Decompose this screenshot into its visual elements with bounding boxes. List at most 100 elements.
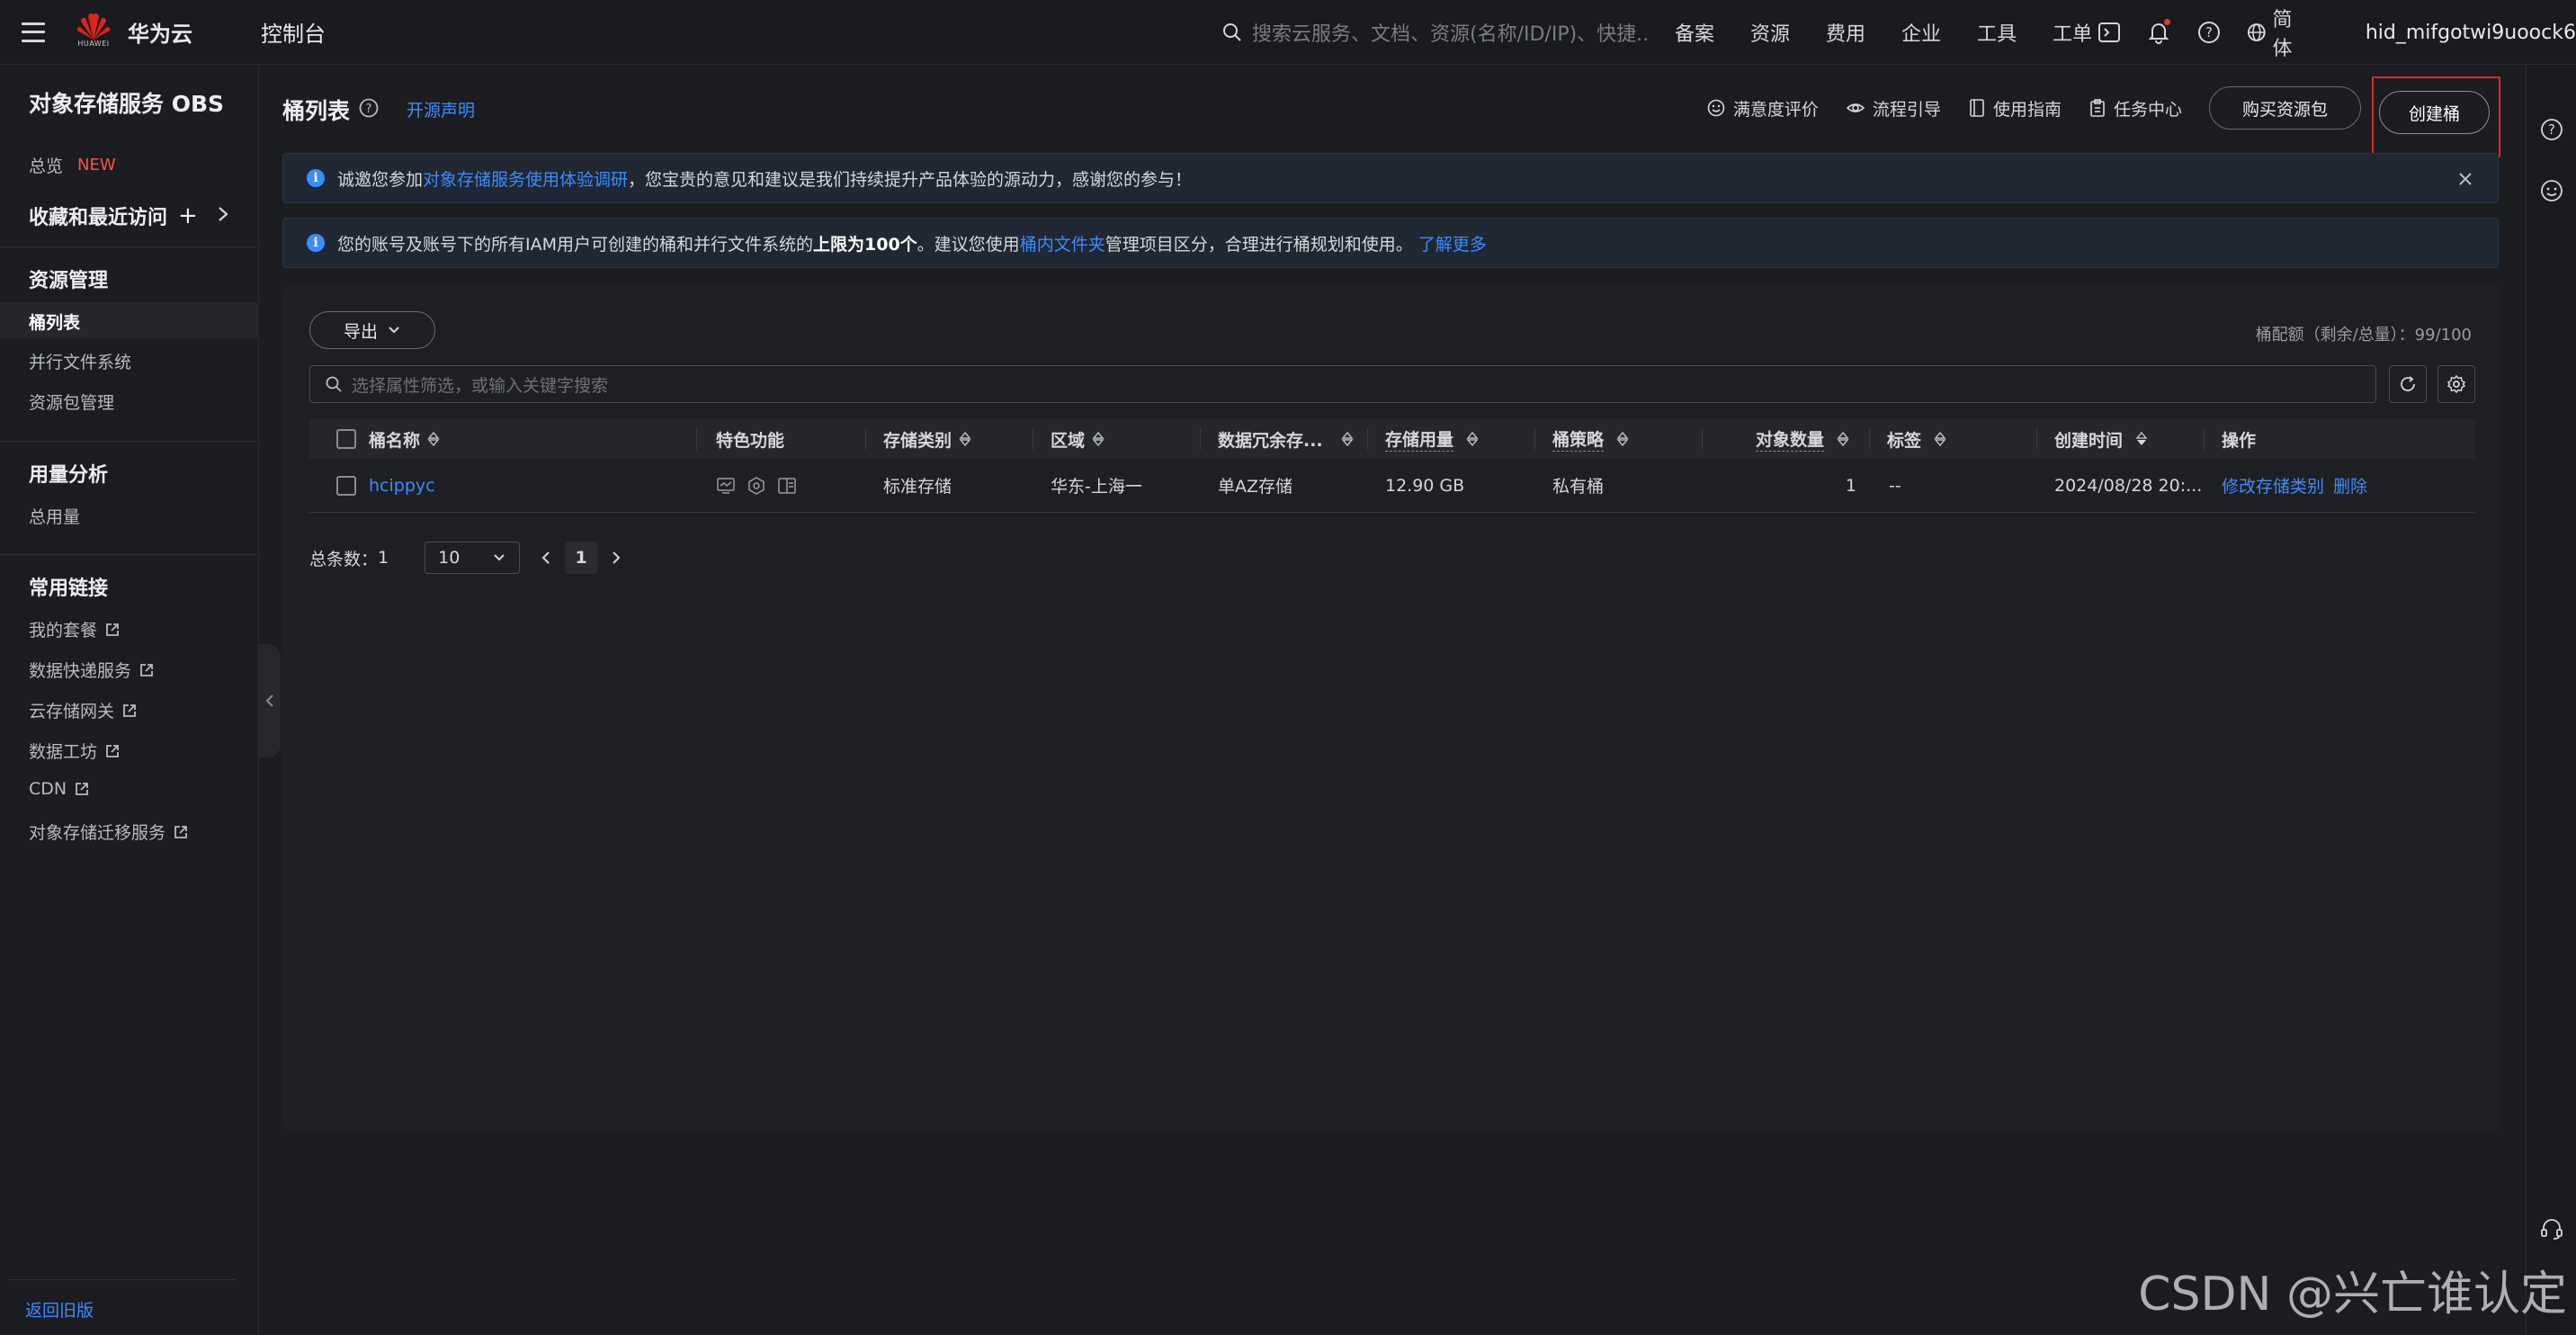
close-icon[interactable] <box>2456 170 2474 188</box>
header-redundancy[interactable]: 数据冗余存... <box>1218 427 1354 452</box>
question-icon[interactable]: ? <box>358 97 380 119</box>
sidebar-item-package-management[interactable]: 资源包管理 <box>29 390 114 414</box>
huawei-logo[interactable]: HUAWEI <box>74 11 113 54</box>
bucket-list-panel: 导出 桶配额（剩余/总量）：99/100 选择属性筛选，或输入关键字搜索 桶名称… <box>282 284 2499 1132</box>
sidebar-item-parallel-fs[interactable]: 并行文件系统 <box>29 349 131 373</box>
sort-icon <box>1466 431 1479 447</box>
flow-guide-button[interactable]: 流程引导 <box>1846 96 1941 121</box>
current-page[interactable]: 1 <box>565 542 598 574</box>
brand-name[interactable]: 华为云 <box>128 16 192 48</box>
hexagon-icon[interactable] <box>747 476 766 496</box>
header-storage-class[interactable]: 存储类别 <box>883 427 971 452</box>
column-separator <box>1869 428 1870 450</box>
back-to-old-version-link[interactable]: 返回旧版 <box>25 1297 94 1322</box>
header-created-time[interactable]: 创建时间 <box>2054 427 2148 452</box>
monitor-icon[interactable] <box>716 476 736 496</box>
nav-resources[interactable]: 资源 <box>1750 18 1790 47</box>
language-label: 简体 <box>2272 9 2293 60</box>
refresh-button[interactable] <box>2389 365 2427 403</box>
notice-text: ，您宝贵的意见和建议是我们持续提升产品体验的源动力，感谢您的参与！ <box>628 169 1193 190</box>
chevron-right-icon[interactable] <box>216 205 230 223</box>
header-tags[interactable]: 标签 <box>1887 427 1946 452</box>
sidebar-item-bucket-list[interactable]: 桶列表 <box>29 309 80 334</box>
export-dropdown[interactable]: 导出 <box>309 311 435 349</box>
search-input[interactable]: 搜索云服务、文档、资源(名称/ID/IP)、快捷... <box>1252 18 1648 47</box>
column-separator <box>1200 428 1201 450</box>
globe-icon <box>2247 23 2266 41</box>
next-page-icon[interactable] <box>610 549 622 567</box>
sidebar-link-storage-gateway[interactable]: 云存储网关 <box>29 698 138 722</box>
modify-storage-class-link[interactable]: 修改存储类别 <box>2222 473 2324 497</box>
sidebar-link-my-package[interactable]: 我的套餐 <box>29 617 121 641</box>
header-bucket-policy[interactable]: 桶策略 <box>1552 426 1629 452</box>
select-all-checkbox[interactable] <box>336 429 356 449</box>
bell-icon[interactable] <box>2146 19 2173 46</box>
cloud-shell-icon[interactable] <box>2096 19 2123 46</box>
cell-tags: -- <box>1889 475 1901 496</box>
sidebar-favorites[interactable]: 收藏和最近访问 + <box>29 202 198 230</box>
username[interactable]: hid_mifgotwi9uoock6 <box>2366 22 2576 44</box>
language-switch[interactable]: 简体 <box>2246 4 2312 61</box>
header-region[interactable]: 区域 <box>1051 427 1105 452</box>
header-label: 数据冗余存... <box>1218 430 1323 451</box>
prev-page-icon[interactable] <box>540 549 552 567</box>
sidebar-divider <box>9 1279 236 1280</box>
huawei-flower-icon <box>76 13 111 40</box>
nav-filing[interactable]: 备案 <box>1675 18 1714 47</box>
filter-search-box[interactable]: 选择属性筛选，或输入关键字搜索 <box>309 365 2376 403</box>
sidebar-link-data-express[interactable]: 数据快递服务 <box>29 658 155 682</box>
delete-link[interactable]: 删除 <box>2333 473 2367 497</box>
column-separator <box>2204 428 2205 450</box>
column-separator <box>1367 428 1368 450</box>
task-center-button[interactable]: 任务中心 <box>2089 96 2182 121</box>
sidebar-link-data-workshop[interactable]: 数据工坊 <box>29 739 121 763</box>
nav-billing[interactable]: 费用 <box>1826 18 1865 47</box>
hamburger-menu-icon[interactable] <box>22 22 45 42</box>
global-search[interactable]: 搜索云服务、文档、资源(名称/ID/IP)、快捷... <box>1221 16 1653 49</box>
bucket-name-link[interactable]: hcippyc <box>369 476 435 496</box>
sidebar-link-cdn[interactable]: CDN <box>29 779 90 799</box>
survey-link[interactable]: 对象存储服务使用体验调研 <box>423 166 628 191</box>
header-storage-usage[interactable]: 存储用量 <box>1385 426 1479 452</box>
user-guide-label: 使用指南 <box>1992 99 2062 120</box>
feature-icons <box>716 476 797 496</box>
sidebar-item-total-usage[interactable]: 总用量 <box>29 504 80 528</box>
header-object-count[interactable]: 对象数量 <box>1756 426 1849 452</box>
sidebar-item-overview[interactable]: 总览 NEW <box>29 153 116 177</box>
watermark: CSDN @兴亡谁认定 <box>2138 1268 2567 1322</box>
bucket-folder-link[interactable]: 桶内文件夹 <box>1020 231 1105 255</box>
open-source-notice-link[interactable]: 开源声明 <box>407 97 475 121</box>
sidebar-link-migration[interactable]: 对象存储迁移服务 <box>29 820 189 844</box>
page-size-select[interactable]: 10 <box>425 542 521 574</box>
satisfaction-button[interactable]: 满意度评价 <box>1706 96 1819 121</box>
settings-button[interactable] <box>2437 365 2475 403</box>
link-label: 数据快递服务 <box>29 661 132 681</box>
row-checkbox[interactable] <box>336 475 356 496</box>
chevron-left-icon <box>265 694 273 707</box>
total-label: 总条数： <box>309 549 379 569</box>
console-link[interactable]: 控制台 <box>261 16 326 48</box>
external-link-icon <box>123 703 136 717</box>
overview-label: 总览 <box>29 157 64 176</box>
sort-icon <box>1341 431 1354 447</box>
sort-icon <box>1092 431 1105 447</box>
split-panel-icon[interactable] <box>777 476 797 496</box>
headset-icon[interactable] <box>2539 1216 2564 1241</box>
nav-tools[interactable]: 工具 <box>1977 18 2017 47</box>
link-label: 数据工坊 <box>29 742 98 762</box>
filter-input[interactable]: 选择属性筛选，或输入关键字搜索 <box>352 372 608 397</box>
plus-icon[interactable]: + <box>178 202 198 229</box>
buy-package-button[interactable]: 购买资源包 <box>2208 86 2361 130</box>
help-icon[interactable]: ? <box>2539 117 2564 142</box>
create-bucket-button[interactable]: 创建桶 <box>2378 91 2490 134</box>
nav-tickets[interactable]: 工单 <box>2053 18 2092 47</box>
nav-enterprise[interactable]: 企业 <box>1901 18 1941 47</box>
total-count: 1 <box>378 548 389 568</box>
smiley-icon[interactable] <box>2539 178 2564 203</box>
learn-more-link[interactable]: 了解更多 <box>1418 231 1487 255</box>
favorites-label: 收藏和最近访问 <box>29 207 168 229</box>
sidebar-collapse-handle[interactable] <box>259 644 281 757</box>
header-bucket-name[interactable]: 桶名称 <box>369 427 440 452</box>
help-icon[interactable]: ? <box>2196 19 2223 46</box>
user-guide-button[interactable]: 使用指南 <box>1968 96 2062 121</box>
